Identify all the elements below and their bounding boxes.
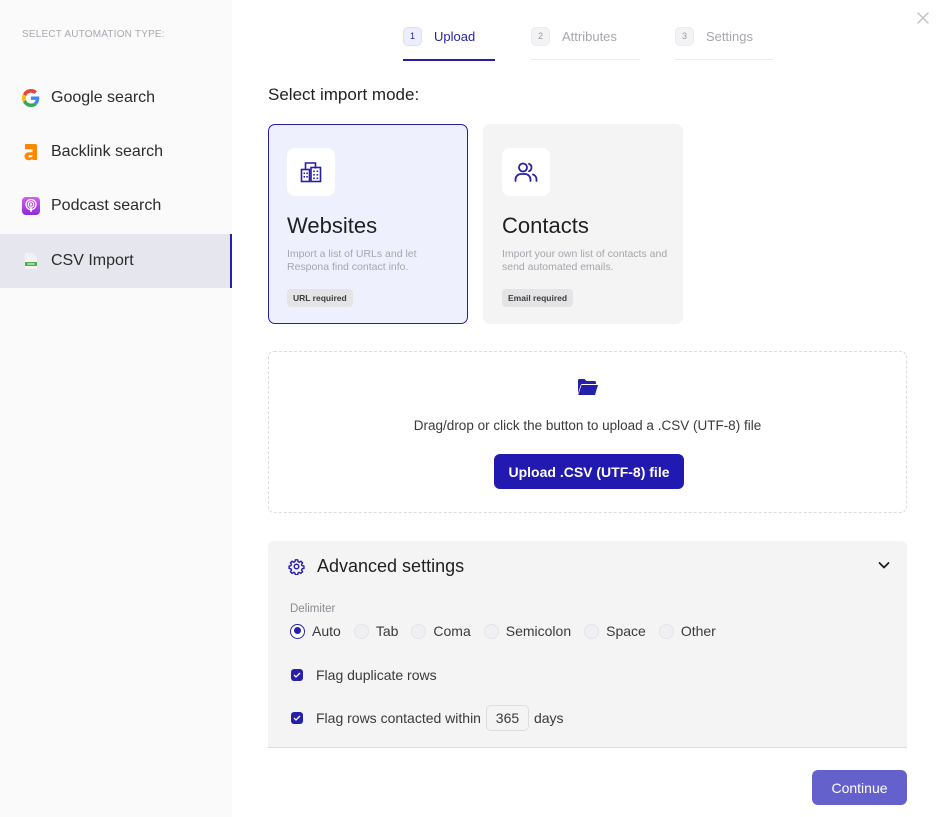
gear-icon <box>288 559 305 575</box>
sidebar-item-label: Backlink search <box>51 143 164 160</box>
buildings-icon <box>300 162 322 183</box>
delimiter-radio-space[interactable]: Space <box>584 623 646 639</box>
flag-duplicates-label: Flag duplicate rows <box>316 667 437 683</box>
sidebar-item-backlink-search[interactable]: Backlink search <box>0 125 232 179</box>
delimiter-radio-coma[interactable]: Coma <box>411 623 471 639</box>
delimiter-radio-tab[interactable]: Tab <box>353 623 399 639</box>
sidebar-item-csv-import[interactable]: CSV Import <box>0 234 232 288</box>
mode-card-description: Import your own list of contacts and sen… <box>502 248 668 273</box>
podcast-icon <box>22 197 40 215</box>
radio-label: Semicolon <box>505 623 572 639</box>
radio-indicator <box>584 623 600 639</box>
automation-type-sidebar: SELECT AUTOMATION TYPE: Google search Ba… <box>0 0 232 817</box>
radio-label: Coma <box>433 623 471 639</box>
delimiter-radio-other[interactable]: Other <box>658 623 716 639</box>
radio-indicator <box>290 623 305 639</box>
radio-label: Other <box>680 623 716 639</box>
upload-csv-button[interactable]: Upload .CSV (UTF-8) file <box>494 454 684 489</box>
folder-open-icon <box>578 379 598 395</box>
sidebar-item-google-search[interactable]: Google search <box>0 71 232 125</box>
checkmark-icon <box>293 715 301 721</box>
radio-label: Tab <box>375 623 399 639</box>
step-label: Attributes <box>562 28 617 44</box>
step-settings[interactable]: 3 Settings <box>675 25 773 60</box>
step-underline <box>403 59 495 61</box>
sidebar-item-podcast-search[interactable]: Podcast search <box>0 179 232 233</box>
checkmark-icon <box>293 672 301 678</box>
radio-label: Space <box>606 623 646 639</box>
step-label: Settings <box>706 28 753 44</box>
radio-indicator <box>658 623 674 639</box>
step-upload[interactable]: 1 Upload <box>403 25 495 61</box>
icon-box <box>502 148 550 196</box>
delimiter-radio-auto[interactable]: Auto <box>290 623 341 639</box>
csv-file-icon <box>22 252 40 270</box>
chevron-down-icon[interactable] <box>878 560 890 570</box>
step-attributes[interactable]: 2 Attributes <box>531 25 640 60</box>
csv-dropzone[interactable]: Drag/drop or click the button to upload … <box>268 351 907 513</box>
mode-card-contacts[interactable]: Contacts Import your own list of contact… <box>483 124 683 324</box>
stepper: 1 Upload 2 Attributes 3 Settings <box>403 25 773 61</box>
step-number: 3 <box>675 26 694 46</box>
delimiter-radio-semicolon[interactable]: Semicolon <box>483 623 572 639</box>
radio-indicator <box>411 623 427 639</box>
mode-card-title: Contacts <box>502 213 589 238</box>
dropzone-hint: Drag/drop or click the button to upload … <box>413 418 762 433</box>
close-button[interactable] <box>916 11 930 25</box>
sidebar-title: SELECT AUTOMATION TYPE: <box>22 29 165 40</box>
advanced-settings-title: Advanced settings <box>317 556 465 576</box>
advanced-settings-panel: Advanced settings Delimiter Auto Tab Com… <box>268 541 907 748</box>
step-underline <box>531 59 640 60</box>
contacted-days-input[interactable] <box>485 705 529 731</box>
continue-button[interactable]: Continue <box>812 770 907 805</box>
close-icon <box>917 12 929 24</box>
csv-import-modal: SELECT AUTOMATION TYPE: Google search Ba… <box>0 0 948 817</box>
mode-card-title: Websites <box>287 213 378 238</box>
step-number: 1 <box>403 26 422 46</box>
flag-contacted-row: Flag rows contacted within days <box>291 705 564 731</box>
google-icon <box>22 89 40 107</box>
icon-box <box>287 148 335 196</box>
days-suffix: days <box>533 710 564 726</box>
flag-contacted-label: Flag rows contacted within <box>316 710 481 726</box>
flag-duplicates-checkbox[interactable] <box>291 669 303 681</box>
radio-label: Auto <box>312 623 341 639</box>
flag-duplicates-row: Flag duplicate rows <box>291 667 437 683</box>
step-label: Upload <box>434 28 476 44</box>
sidebar-item-label: Google search <box>51 89 156 106</box>
sidebar-item-label: CSV Import <box>51 252 134 269</box>
sidebar-item-label: Podcast search <box>51 197 162 214</box>
advanced-settings-header[interactable]: Advanced settings <box>288 556 464 577</box>
mode-card-websites[interactable]: Websites Import a list of URLs and let R… <box>268 124 468 324</box>
step-underline <box>675 59 773 60</box>
import-mode-title: Select import mode: <box>268 85 420 104</box>
delimiter-radio-group: Auto Tab Coma Semicolon Space Other <box>290 623 729 639</box>
flag-contacted-checkbox[interactable] <box>291 712 303 724</box>
radio-indicator <box>483 623 499 639</box>
delimiter-label: Delimiter <box>290 603 336 615</box>
mode-card-badge: Email required <box>502 289 574 307</box>
ahrefs-icon <box>22 143 40 161</box>
step-number: 2 <box>531 26 550 46</box>
radio-indicator <box>353 623 369 639</box>
mode-card-description: Import a list of URLs and let Respona fi… <box>287 248 417 273</box>
users-icon <box>514 162 538 182</box>
mode-card-badge: URL required <box>287 289 353 307</box>
